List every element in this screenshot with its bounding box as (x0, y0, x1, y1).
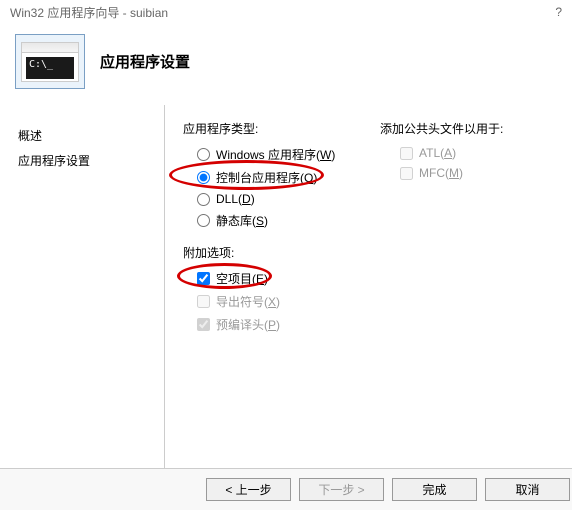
body: 概述 应用程序设置 应用程序类型: Windows 应用程序(W) 控制台应用程… (0, 105, 572, 485)
main-panel: 应用程序类型: Windows 应用程序(W) 控制台应用程序(O) DLL(D… (165, 105, 572, 485)
check-mfc: MFC(M) (380, 163, 503, 183)
radio-console-app-input[interactable] (197, 171, 210, 184)
check-atl: ATL(A) (380, 143, 503, 163)
wizard-icon: C:\_ (15, 34, 85, 89)
console-prompt-icon: C:\_ (26, 57, 74, 79)
header: C:\_ 应用程序设置 (0, 24, 572, 105)
common-headers-label: 添加公共头文件以用于: (380, 120, 503, 137)
help-icon[interactable]: ? (555, 5, 562, 19)
next-button: 下一步 > (299, 478, 384, 501)
radio-static-lib[interactable]: 静态库(S) (183, 209, 554, 232)
page-title: 应用程序设置 (100, 51, 190, 72)
radio-dll[interactable]: DLL(D) (183, 189, 554, 209)
radio-static-lib-input[interactable] (197, 214, 210, 227)
title-bar: Win32 应用程序向导 - suibian ? (0, 0, 572, 24)
radio-dll-input[interactable] (197, 193, 210, 206)
check-export-symbols: 导出符号(X) (183, 290, 554, 313)
footer: < 上一步 下一步 > 完成 取消 (0, 468, 572, 510)
check-empty-project[interactable]: 空项目(E) (183, 267, 554, 290)
check-precompiled-header-input (197, 318, 210, 331)
sidebar-item-overview[interactable]: 概述 (18, 123, 165, 148)
check-atl-input (400, 147, 413, 160)
check-precompiled-header: 预编译头(P) (183, 313, 554, 336)
check-export-symbols-input (197, 295, 210, 308)
common-headers-group: 添加公共头文件以用于: ATL(A) MFC(M) (380, 120, 503, 183)
sidebar: 概述 应用程序设置 (0, 105, 165, 485)
sidebar-item-app-settings[interactable]: 应用程序设置 (18, 148, 165, 173)
cancel-button[interactable]: 取消 (485, 478, 570, 501)
prev-button[interactable]: < 上一步 (206, 478, 291, 501)
extra-options-label: 附加选项: (183, 244, 554, 261)
check-empty-project-input[interactable] (197, 272, 210, 285)
radio-windows-app-input[interactable] (197, 148, 210, 161)
finish-button[interactable]: 完成 (392, 478, 477, 501)
check-mfc-input (400, 167, 413, 180)
window-title: Win32 应用程序向导 - suibian (10, 4, 168, 21)
